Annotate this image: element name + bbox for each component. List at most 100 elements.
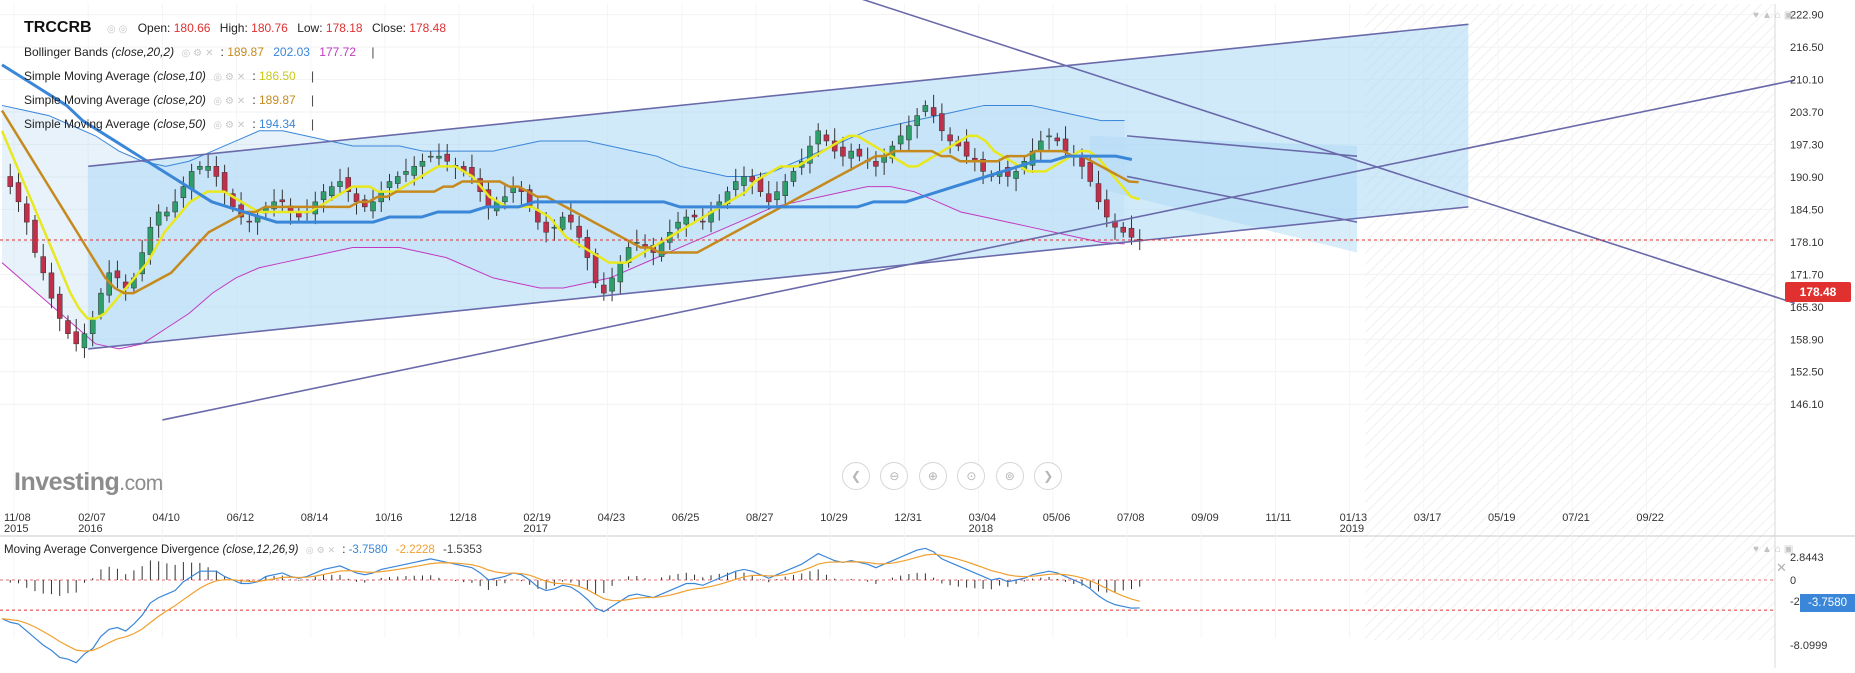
y-tick-label: 158.90 <box>1790 334 1824 346</box>
candle-body <box>568 214 574 223</box>
zoom-in-icon[interactable]: ⊕ <box>918 462 947 490</box>
x-year-label: 2015 <box>4 523 28 535</box>
candle-body <box>1087 162 1094 182</box>
chart-tools-icon[interactable]: ♥▲⌂▣ <box>1753 10 1796 21</box>
x-tick-label: 10/29 <box>820 512 848 524</box>
y-tick-label: 152.50 <box>1790 367 1824 379</box>
candle-body <box>551 226 558 229</box>
y-tick-label: 171.70 <box>1790 269 1824 281</box>
indicator-controls-icon[interactable]: ◎⚙✕ <box>213 72 248 83</box>
candle-body <box>65 320 71 334</box>
macd-name: Moving Average Convergence Divergence <box>4 544 220 556</box>
candle-body <box>205 166 211 171</box>
x-tick-label: 04/23 <box>598 512 626 524</box>
macd-line <box>1 547 1140 664</box>
candle-body <box>1128 227 1135 238</box>
bb-middle-value: 189.87 <box>227 45 264 59</box>
x-tick-label: 08/14 <box>301 512 329 524</box>
candle-body <box>213 166 220 177</box>
chart-legend: TRCCRB ◎◎ Open: 180.66 High: 180.76 Low:… <box>24 16 452 137</box>
ohlc-close-label: Close: <box>371 21 406 35</box>
current-price-tag: 178.48 <box>1785 282 1851 302</box>
indicator-controls-icon[interactable]: ◎⚙✕ <box>213 96 248 107</box>
macd-y-tick-label: 0 <box>1790 575 1796 587</box>
x-year-label: 2018 <box>969 523 993 535</box>
bb-upper-value: 202.03 <box>273 45 310 59</box>
macd-tools-icon[interactable]: ♥▲⌂▣ <box>1753 544 1796 555</box>
y-tick-label: 203.70 <box>1790 107 1824 119</box>
ohlc-close-value: 178.48 <box>409 21 446 35</box>
x-tick-label: 04/10 <box>152 512 180 524</box>
x-tick-label: 10/16 <box>375 512 403 524</box>
candle-body <box>1095 183 1102 203</box>
indicator-params: (close,50) <box>153 117 206 131</box>
y-tick-label: 165.30 <box>1790 302 1824 314</box>
candle-body <box>320 191 327 201</box>
indicator-params: (close,10) <box>153 69 206 83</box>
indicator-row-sma50[interactable]: Simple Moving Average (close,50) ◎⚙✕: 19… <box>24 113 452 137</box>
indicator-row-sma10[interactable]: Simple Moving Average (close,10) ◎⚙✕: 18… <box>24 65 452 89</box>
candle-body <box>1054 137 1061 142</box>
candle-body <box>815 130 821 145</box>
y-tick-label: 197.30 <box>1790 140 1824 152</box>
candle-body <box>790 171 797 182</box>
zoom-reset-icon[interactable]: ⊙ <box>957 462 986 490</box>
candle-body <box>370 201 376 212</box>
candle-body <box>741 176 747 186</box>
candle-body <box>353 193 360 203</box>
visibility-toggle-icon[interactable]: ◎◎ <box>107 24 130 35</box>
candle-body <box>337 181 343 187</box>
candle-body <box>823 134 830 142</box>
indicator-params: (close,20,2) <box>111 45 175 59</box>
x-tick-label: 06/12 <box>227 512 255 524</box>
candle-body <box>7 176 13 187</box>
candle-body <box>164 211 170 217</box>
candle-body <box>848 150 854 159</box>
sma50-value: 194.34 <box>258 117 296 131</box>
indicator-row-bollinger[interactable]: Bollinger Bands (close,20,2) ◎⚙✕: 189.87… <box>24 41 452 65</box>
candle-body <box>774 191 780 201</box>
indicator-controls-icon[interactable]: ◎⚙✕ <box>306 545 338 555</box>
candle-body <box>411 166 417 176</box>
chevron-right-icon[interactable]: ❯ <box>1034 462 1063 490</box>
candle-body <box>617 262 624 283</box>
indicator-controls-icon[interactable]: ◎⚙✕ <box>213 120 248 131</box>
x-tick-label: 08/27 <box>746 512 774 524</box>
x-year-label: 2019 <box>1340 523 1364 535</box>
chevron-left-icon[interactable]: ❮ <box>842 462 870 490</box>
x-tick-label: 12/31 <box>894 512 922 524</box>
y-tick-label: 210.10 <box>1790 75 1824 87</box>
candle-body <box>873 160 879 167</box>
candle-body <box>32 219 38 253</box>
candle-body <box>658 242 665 257</box>
candle-body <box>1046 135 1052 138</box>
symbol-label: TRCCRB <box>24 19 92 36</box>
candle-body <box>436 155 442 159</box>
x-tick-label: 09/09 <box>1191 512 1219 524</box>
indicator-controls-icon[interactable]: ◎⚙✕ <box>181 48 216 59</box>
candle-body <box>98 292 104 315</box>
zoom-out-icon[interactable]: ⊖ <box>880 462 909 490</box>
close-icon[interactable]: ✕ <box>1776 560 1787 576</box>
macd-current-tag: -3.7580 <box>1800 594 1855 612</box>
y-tick-label: 184.50 <box>1790 204 1824 216</box>
x-tick-label: 03/17 <box>1414 512 1442 524</box>
macd-y-tick-label: -8.0999 <box>1790 640 1827 652</box>
macd-histogram-value: -1.5353 <box>443 544 483 556</box>
candle-body <box>963 141 970 157</box>
candle-body <box>543 221 549 233</box>
zoom-fit-icon[interactable]: ⊚ <box>995 462 1024 490</box>
x-tick-label: 11/11 <box>1265 512 1291 524</box>
candle-body <box>403 171 409 175</box>
y-tick-label: 146.10 <box>1790 399 1824 411</box>
candle-body <box>279 199 286 203</box>
candle-body <box>1120 226 1126 233</box>
candle-body <box>1062 138 1069 152</box>
candle-body <box>427 155 434 158</box>
indicator-row-sma20[interactable]: Simple Moving Average (close,20) ◎⚙✕: 18… <box>24 89 452 113</box>
indicator-params: (close,20) <box>153 93 206 107</box>
candle-body <box>609 277 615 292</box>
y-tick-label: 216.50 <box>1790 42 1824 54</box>
indicator-name: Simple Moving Average <box>24 69 150 83</box>
sma10-value: 186.50 <box>258 69 296 83</box>
